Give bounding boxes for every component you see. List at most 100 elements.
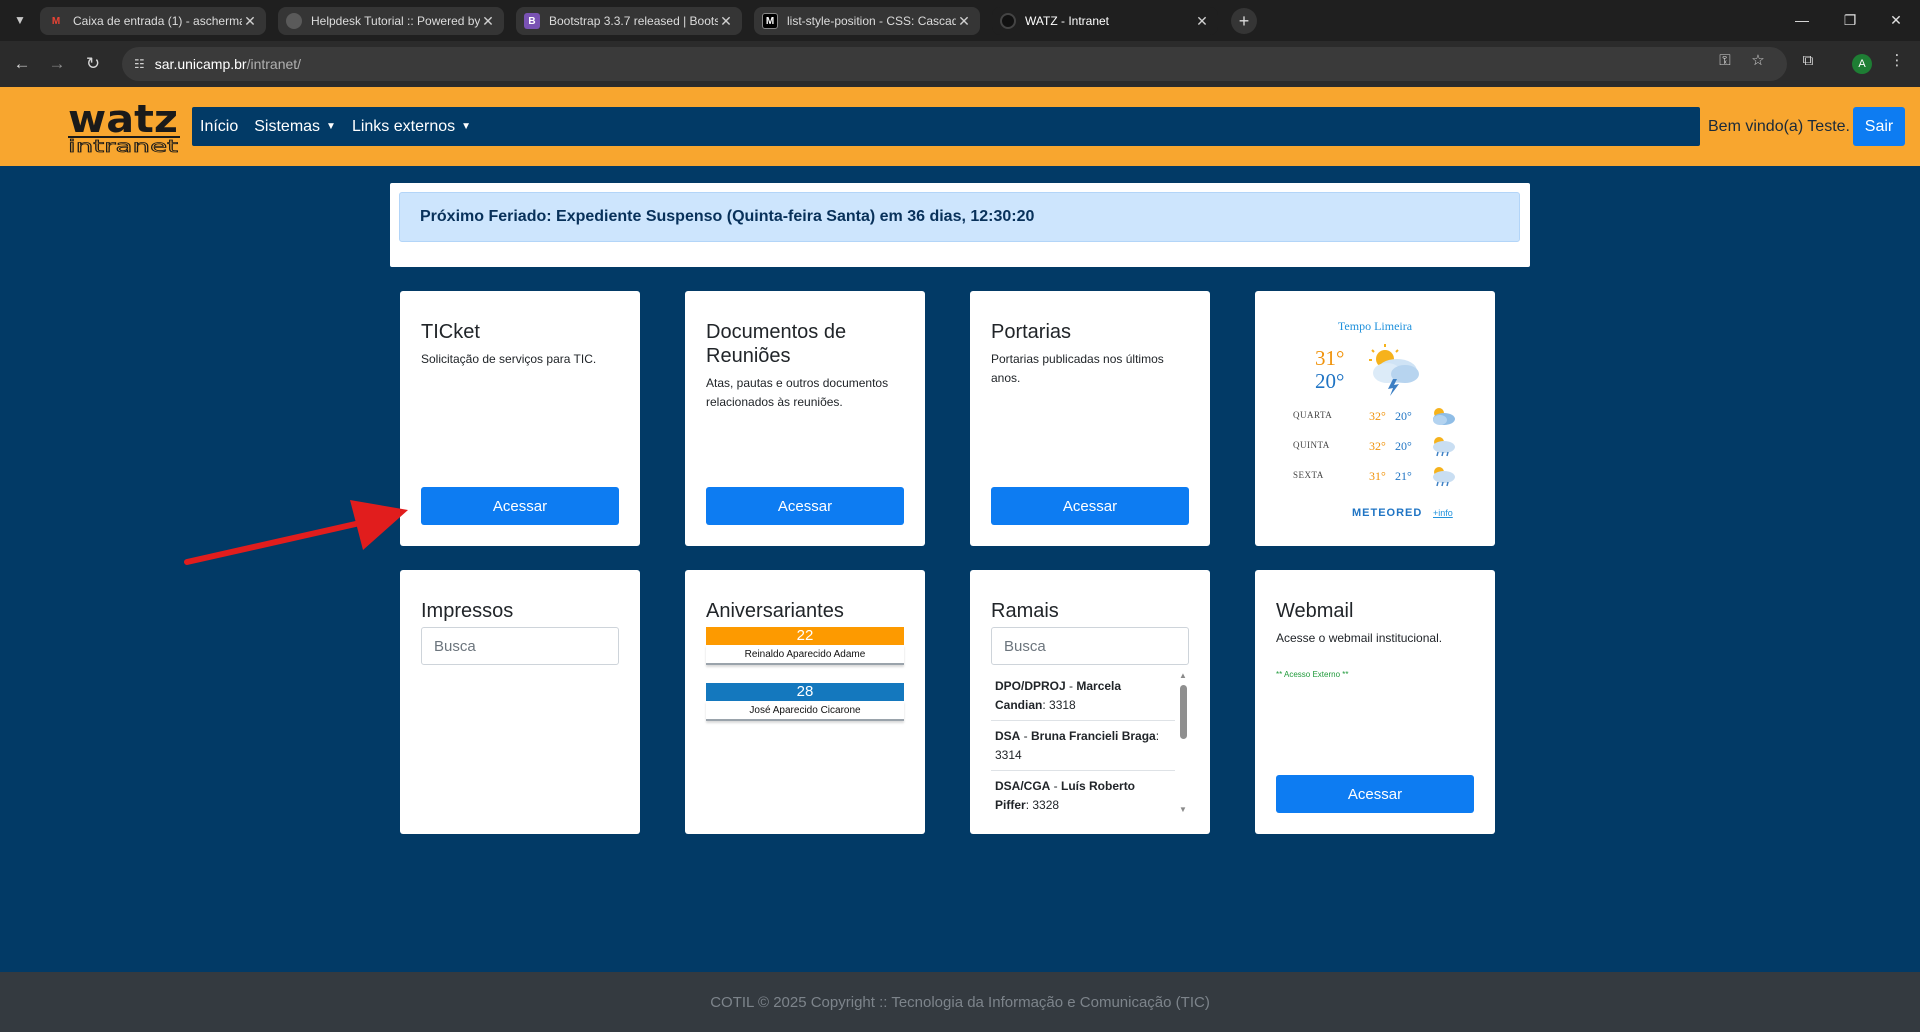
rain-cloud-icon bbox=[1433, 437, 1455, 457]
forecast-min: 20° bbox=[1395, 409, 1412, 423]
tab-watz-active[interactable]: WATZ - Intranet ✕ bbox=[992, 7, 1218, 35]
url-path: /intranet/ bbox=[246, 56, 302, 72]
card-weather: Tempo Limeira 31° 20° QUARTA 32° 20° QUI… bbox=[1255, 291, 1495, 546]
ramal-dept: DPO/DPROJ bbox=[995, 679, 1066, 693]
globe-icon bbox=[286, 13, 302, 29]
tab-title: list-style-position - CSS: Cascading bbox=[787, 14, 956, 28]
welcome-text: Bem vindo(a) Teste. bbox=[1708, 118, 1850, 135]
ramais-scrollbar[interactable]: ▲ ▼ bbox=[1177, 671, 1189, 815]
meteored-logo[interactable]: METEORED bbox=[1352, 507, 1422, 519]
close-icon[interactable]: ✕ bbox=[480, 13, 496, 30]
birthday-day: 22 bbox=[706, 627, 904, 645]
card-impressos: Impressos bbox=[400, 570, 640, 834]
tab-search-icon[interactable]: ▼ bbox=[8, 8, 32, 32]
storm-cloud-icon bbox=[1369, 344, 1419, 396]
forecast-max: 31° bbox=[1369, 469, 1386, 483]
tab-gmail[interactable]: M Caixa de entrada (1) - aschermann ✕ bbox=[40, 7, 266, 35]
watz-logo[interactable]: watz intranet bbox=[68, 97, 180, 157]
close-icon[interactable]: ✕ bbox=[242, 13, 258, 30]
forecast-row: QUARTA 32° 20° bbox=[1293, 405, 1463, 427]
scroll-up-icon[interactable]: ▲ bbox=[1178, 671, 1188, 681]
nav-inicio[interactable]: Início bbox=[200, 118, 238, 136]
profile-avatar[interactable]: A bbox=[1852, 54, 1872, 74]
forecast-row: QUINTA 32° 20° bbox=[1293, 435, 1463, 457]
documentos-acessar-button[interactable]: Acessar bbox=[706, 487, 904, 525]
impressos-search-input[interactable] bbox=[421, 627, 619, 665]
card-description: Acesse o webmail institucional. bbox=[1276, 631, 1443, 645]
red-arrow-annotation bbox=[184, 500, 408, 565]
minimize-icon[interactable]: — bbox=[1782, 8, 1822, 32]
nav-label: Links externos bbox=[351, 117, 456, 135]
forecast-row: SEXTA 31° 21° bbox=[1293, 465, 1463, 487]
ramal-ext: 3318 bbox=[1049, 698, 1076, 712]
card-title: Portarias bbox=[991, 321, 1072, 343]
main-navbar: Início Sistemas ▼ Links externos ▼ bbox=[192, 107, 1700, 146]
card-title: Documentos de Reuniões bbox=[706, 321, 847, 367]
card-ticket: TICket Solicitação de serviços para TIC.… bbox=[400, 291, 640, 546]
ticket-acessar-button[interactable]: Acessar bbox=[421, 487, 619, 525]
watz-icon bbox=[1000, 13, 1016, 29]
bootstrap-icon: B bbox=[524, 13, 540, 29]
nav-links-externos[interactable]: Links externos ▼ bbox=[352, 118, 471, 136]
tab-title: Bootstrap 3.3.7 released | Bootstrap bbox=[549, 14, 718, 28]
window-close-icon[interactable]: ✕ bbox=[1876, 8, 1916, 32]
card-title: Aniversariantes bbox=[706, 600, 844, 622]
weather-widget[interactable]: Tempo Limeira 31° 20° QUARTA 32° 20° QUI… bbox=[1255, 291, 1495, 546]
tab-mdn[interactable]: M list-style-position - CSS: Cascading ✕ bbox=[754, 7, 980, 35]
ramais-search-input[interactable] bbox=[991, 627, 1189, 665]
birthday-item: 22 Reinaldo Aparecido Adame bbox=[706, 627, 904, 665]
card-title: Webmail bbox=[1276, 600, 1354, 622]
caret-down-icon: ▼ bbox=[461, 121, 472, 132]
close-icon[interactable]: ✕ bbox=[718, 13, 734, 30]
weather-today-min: 20° bbox=[1315, 369, 1345, 393]
tab-helpdesk[interactable]: Helpdesk Tutorial :: Powered by ✕ bbox=[278, 7, 504, 35]
card-title: TICket bbox=[421, 321, 480, 343]
logout-button[interactable]: Sair bbox=[1853, 107, 1905, 146]
nav-sistemas[interactable]: Sistemas ▼ bbox=[254, 118, 336, 136]
ramal-ext: 3328 bbox=[1032, 798, 1060, 812]
forward-icon[interactable]: → bbox=[44, 51, 70, 77]
holiday-alert: Próximo Feriado: Expediente Suspenso (Qu… bbox=[399, 192, 1520, 242]
card-webmail: Webmail Acesse o webmail institucional. … bbox=[1255, 570, 1495, 834]
birthday-name: Reinaldo Aparecido Adame bbox=[706, 645, 904, 665]
weather-more-info-link[interactable]: +info bbox=[1433, 508, 1453, 518]
card-portarias: Portarias Portarias publicadas nos últim… bbox=[970, 291, 1210, 546]
ramal-dept: DSA bbox=[995, 729, 1021, 743]
logo-text-bottom: intranet bbox=[68, 137, 179, 154]
webmail-acessar-button[interactable]: Acessar bbox=[1276, 775, 1474, 813]
extensions-icon[interactable]: ⧉ bbox=[1797, 49, 1819, 71]
portarias-acessar-button[interactable]: Acessar bbox=[991, 487, 1189, 525]
ramais-list[interactable]: DPO/DPROJ - Marcela Candian: 3318 DSA - … bbox=[991, 671, 1189, 815]
scroll-down-icon[interactable]: ▼ bbox=[1178, 805, 1188, 815]
card-description: Solicitação de serviços para TIC. bbox=[421, 352, 597, 366]
logo-text-top: watz bbox=[68, 100, 178, 141]
tab-title: Caixa de entrada (1) - aschermann bbox=[73, 14, 242, 28]
restore-icon[interactable]: ❐ bbox=[1830, 8, 1870, 32]
forecast-day: QUARTA bbox=[1293, 410, 1333, 420]
close-icon[interactable]: ✕ bbox=[956, 13, 972, 30]
browser-tab-bar: ▼ M Caixa de entrada (1) - aschermann ✕ … bbox=[0, 0, 1920, 41]
site-info-icon[interactable]: ☷ bbox=[134, 57, 145, 71]
footer-copyright: COTIL © 2025 Copyright :: Tecnologia da … bbox=[710, 993, 1210, 1011]
back-icon[interactable]: ← bbox=[9, 51, 35, 77]
forecast-max: 32° bbox=[1369, 439, 1386, 453]
password-key-icon[interactable]: ⚿ bbox=[1714, 49, 1736, 71]
card-ramais: Ramais DPO/DPROJ - Marcela Candian: 3318… bbox=[970, 570, 1210, 834]
bookmark-star-icon[interactable]: ☆ bbox=[1747, 49, 1769, 71]
new-tab-button[interactable]: + bbox=[1231, 8, 1257, 34]
card-aniversariantes: Aniversariantes 22 Reinaldo Aparecido Ad… bbox=[685, 570, 925, 834]
ramal-dept: DSA/CGA bbox=[995, 779, 1051, 793]
site-header: watz intranet Início Sistemas ▼ Links ext… bbox=[0, 87, 1920, 166]
tab-bootstrap[interactable]: B Bootstrap 3.3.7 released | Bootstrap ✕ bbox=[516, 7, 742, 35]
card-documentos: Documentos de Reuniões Atas, pautas e ou… bbox=[685, 291, 925, 546]
browser-menu-icon[interactable]: ⋮ bbox=[1886, 49, 1908, 71]
address-bar[interactable]: ☷ sar.unicamp.br /intranet/ bbox=[122, 47, 1787, 81]
reload-icon[interactable]: ↻ bbox=[80, 51, 106, 77]
birthday-day: 28 bbox=[706, 683, 904, 701]
tab-title: WATZ - Intranet bbox=[1025, 14, 1110, 28]
ramal-ext: 3314 bbox=[995, 748, 1022, 762]
external-access-note: ** Acesso Externo ** bbox=[1276, 670, 1349, 679]
weather-title: Tempo Limeira bbox=[1337, 319, 1413, 333]
scroll-thumb[interactable] bbox=[1180, 685, 1187, 739]
close-icon[interactable]: ✕ bbox=[1194, 13, 1210, 30]
